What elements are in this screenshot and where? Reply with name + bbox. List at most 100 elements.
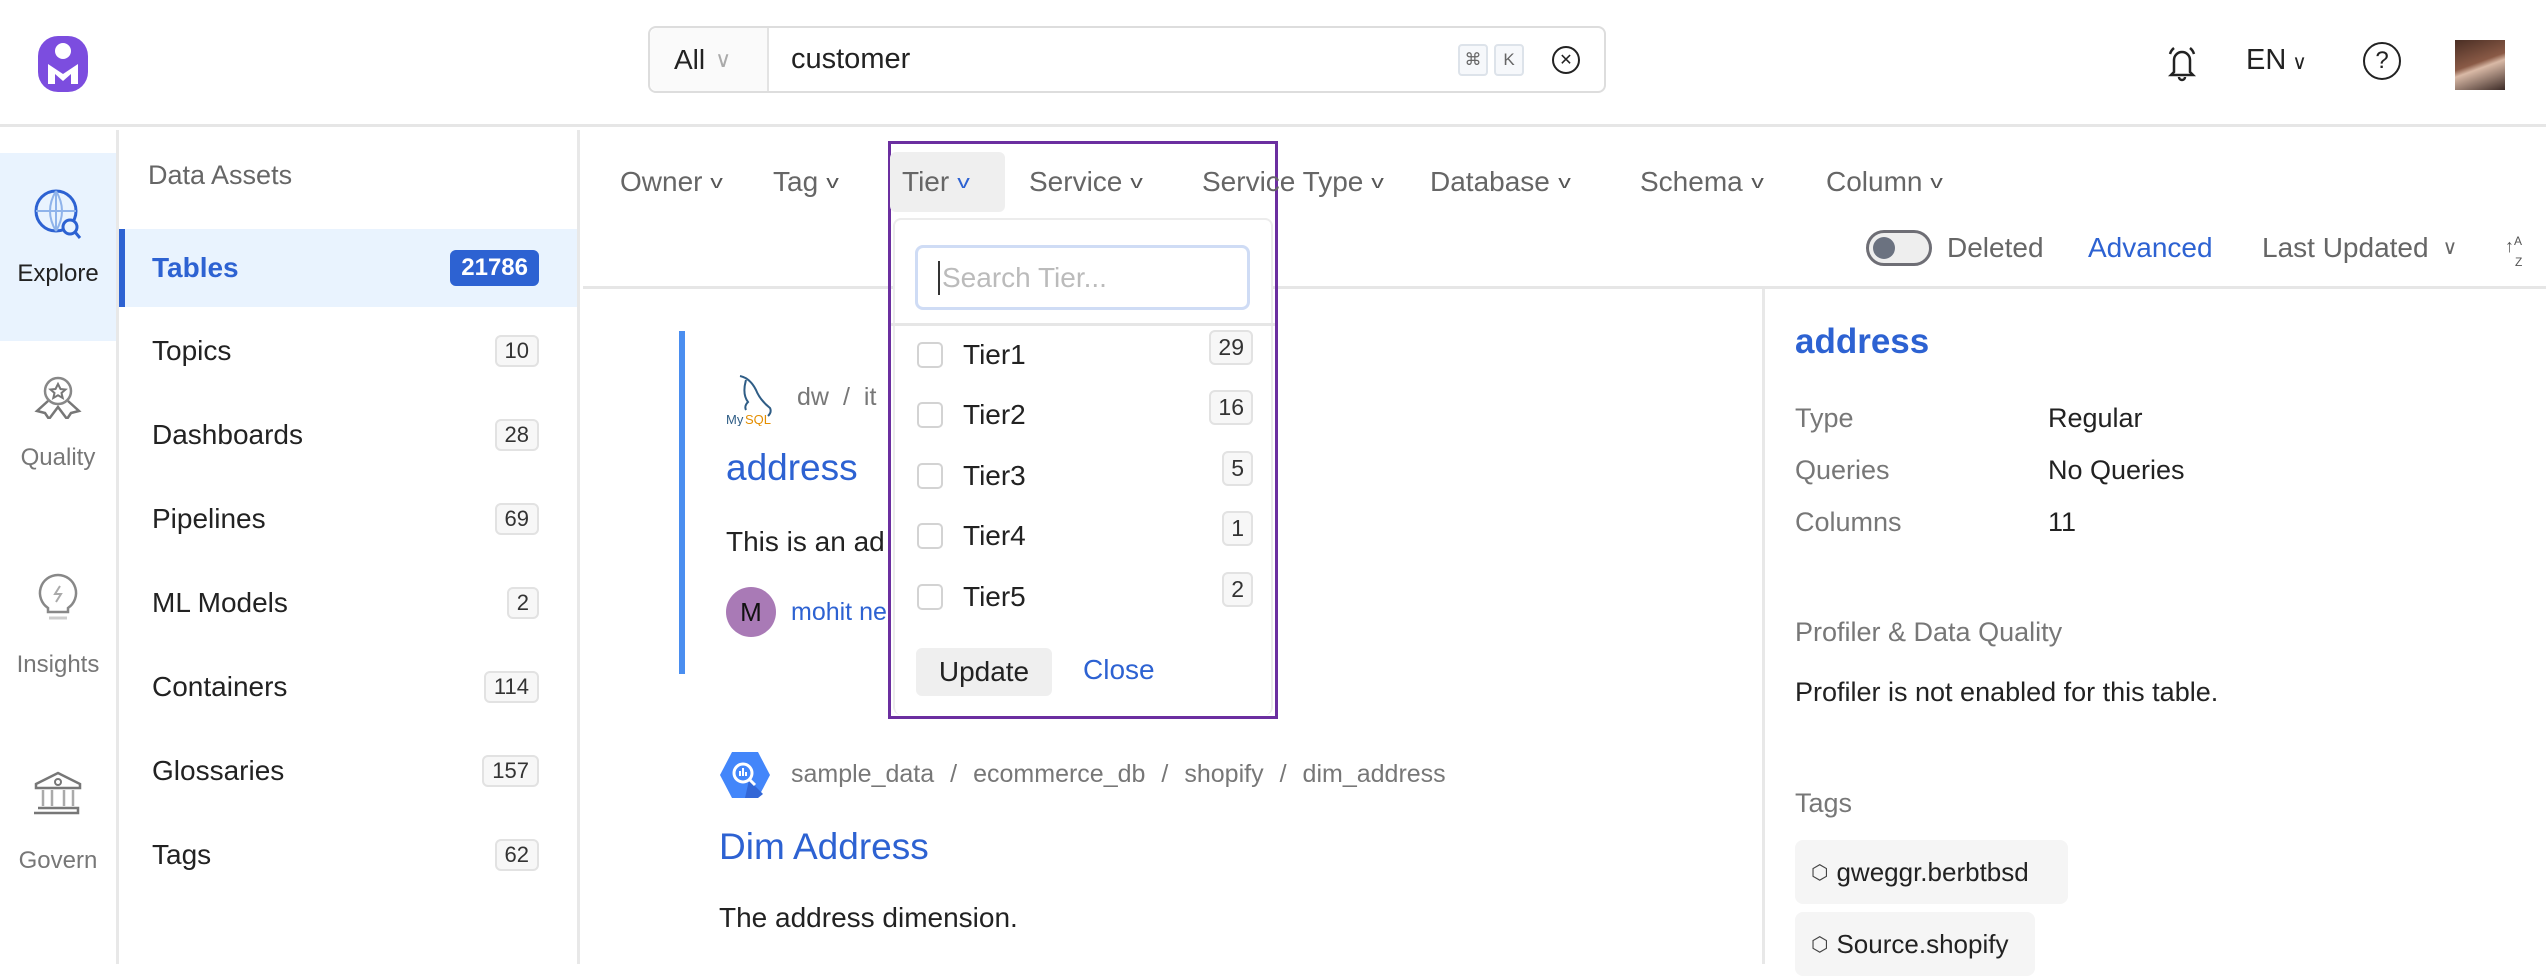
tag-icon: ⬡ <box>1811 861 1829 884</box>
result-breadcrumb: dw / it <box>797 383 877 411</box>
language-select[interactable]: EN ∨ <box>2246 44 2307 77</box>
option-label: Tier4 <box>963 520 1026 551</box>
rail-item-explore[interactable]: Explore <box>0 153 116 341</box>
breadcrumb-item[interactable]: dim_address <box>1303 760 1446 788</box>
divider <box>891 323 1275 326</box>
filter-label: Column <box>1826 166 1923 197</box>
asset-item-dashboards[interactable]: Dashboards 28 <box>119 396 577 474</box>
tier-filter-dropdown: Search Tier... Tier1 29 Tier2 16 Tier3 5 Ti… <box>888 141 1278 719</box>
prop-value: 11 <box>2048 507 2077 537</box>
rail-item-insights[interactable]: Insights <box>0 572 116 679</box>
asset-item-pipelines[interactable]: Pipelines 69 <box>119 480 577 558</box>
search-scope-select[interactable]: All ∨ <box>650 28 769 91</box>
breadcrumb-item[interactable]: ecommerce_db <box>973 760 1145 788</box>
openmetadata-logo[interactable] <box>36 34 90 94</box>
text-cursor <box>938 260 940 295</box>
chevron-down-icon: v <box>1371 171 1385 192</box>
prop-label: Type <box>1795 403 1854 433</box>
lightbulb-icon <box>38 573 78 620</box>
asset-item-containers[interactable]: Containers 114 <box>119 648 577 726</box>
asset-label: Topics <box>152 335 232 366</box>
asset-label: ML Models <box>152 587 288 618</box>
clear-search-icon[interactable]: ✕ <box>1552 45 1580 74</box>
close-button[interactable]: Close <box>1083 654 1155 686</box>
asset-label: Containers <box>152 671 288 702</box>
deleted-toggle[interactable] <box>1866 230 1932 266</box>
result-breadcrumb: sample_data / ecommerce_db / shopify / dim_add… <box>791 760 1446 788</box>
cmd-key-hint: ⌘ <box>1458 43 1488 76</box>
rail-label: Explore <box>17 260 99 287</box>
chevron-down-icon: v <box>1930 171 1944 192</box>
asset-label: Glossaries <box>152 755 285 786</box>
tier-search-input[interactable]: Search Tier... <box>915 245 1250 310</box>
checkbox[interactable] <box>917 342 943 368</box>
option-count: 16 <box>1209 390 1253 425</box>
filter-column[interactable]: Column v <box>1814 152 1953 212</box>
tag-chip[interactable]: ⬡ gweggr.berbtbsd <box>1795 840 2068 904</box>
advanced-search-link[interactable]: Advanced <box>2088 230 2213 266</box>
filter-tier[interactable]: Tier v <box>890 152 1005 212</box>
prop-label: Queries <box>1795 455 1890 485</box>
filter-label: Database <box>1430 166 1550 197</box>
count-badge: 69 <box>494 503 539 535</box>
tier-option[interactable]: Tier1 29 <box>917 330 1253 380</box>
update-button[interactable]: Update <box>916 648 1052 696</box>
filter-service[interactable]: Service v <box>1017 152 1153 212</box>
search-input[interactable] <box>791 43 1458 76</box>
option-label: Tier1 <box>963 339 1026 370</box>
sort-direction-icon[interactable]: ↑A Z <box>2505 234 2522 269</box>
checkbox[interactable] <box>917 402 943 428</box>
global-search: All ∨ ⌘ K ✕ <box>648 26 1606 93</box>
data-assets-panel: Data Assets Tables 21786 Topics 10 Dashboa… <box>119 130 580 964</box>
result-title-link[interactable]: address <box>726 447 858 489</box>
filter-service-type[interactable]: Service Type v <box>1190 152 1394 212</box>
asset-item-topics[interactable]: Topics 10 <box>119 312 577 390</box>
chevron-down-icon: ∨ <box>2442 237 2458 259</box>
filter-tag[interactable]: Tag v <box>761 152 849 212</box>
bell-icon[interactable] <box>2166 44 2198 82</box>
asset-item-tags[interactable]: Tags 62 <box>119 816 577 894</box>
k-key-hint: K <box>1494 43 1524 76</box>
sort-field-select[interactable]: Last Updated ∨ <box>2262 230 2457 266</box>
tag-chip[interactable]: ⬡ Source.shopify <box>1795 912 2035 976</box>
help-icon[interactable]: ? <box>2363 42 2401 80</box>
result-description: This is an ad <box>726 526 885 557</box>
owner-link[interactable]: mohit ne <box>791 598 887 627</box>
filter-database[interactable]: Database v <box>1418 152 1581 212</box>
chevron-down-icon: v <box>1750 171 1764 192</box>
result-description: The address dimension. <box>719 902 1018 933</box>
asset-item-glossaries[interactable]: Glossaries 157 <box>119 732 577 810</box>
option-label: Tier3 <box>963 460 1026 491</box>
panel-title: Data Assets <box>148 160 293 190</box>
tier-option[interactable]: Tier4 1 <box>917 511 1253 561</box>
breadcrumb-item[interactable]: sample_data <box>791 760 934 788</box>
tier-option[interactable]: Tier5 2 <box>917 572 1253 622</box>
filter-label: Schema <box>1640 166 1743 197</box>
result-title-link[interactable]: Dim Address <box>719 826 929 868</box>
checkbox[interactable] <box>917 463 943 489</box>
count-badge: 28 <box>494 419 539 451</box>
owner-avatar: M <box>726 587 776 637</box>
chevron-down-icon: v <box>710 171 724 192</box>
details-title-link[interactable]: address <box>1795 322 1929 362</box>
chevron-down-icon: ∨ <box>2292 52 2307 74</box>
chevron-down-icon: v <box>826 171 839 192</box>
breadcrumb-item[interactable]: dw <box>797 383 829 411</box>
svg-text:SQL: SQL <box>745 412 771 426</box>
rail-item-govern[interactable]: Govern <box>0 770 116 875</box>
count-badge: 10 <box>494 335 539 367</box>
checkbox[interactable] <box>917 523 943 549</box>
user-avatar[interactable] <box>2455 40 2505 90</box>
filter-owner[interactable]: Owner v <box>608 152 733 212</box>
breadcrumb-item[interactable]: shopify <box>1184 760 1263 788</box>
tier-option[interactable]: Tier3 5 <box>917 451 1253 501</box>
bigquery-icon <box>720 752 770 798</box>
asset-item-tables[interactable]: Tables 21786 <box>119 229 577 307</box>
rail-item-quality[interactable]: Quality <box>0 375 116 472</box>
checkbox[interactable] <box>917 584 943 610</box>
breadcrumb-item[interactable]: it <box>864 383 877 411</box>
tier-option[interactable]: Tier2 16 <box>917 390 1253 440</box>
asset-item-ml-models[interactable]: ML Models 2 <box>119 564 577 642</box>
filter-schema[interactable]: Schema v <box>1628 152 1774 212</box>
filter-label: Tier <box>902 166 950 197</box>
